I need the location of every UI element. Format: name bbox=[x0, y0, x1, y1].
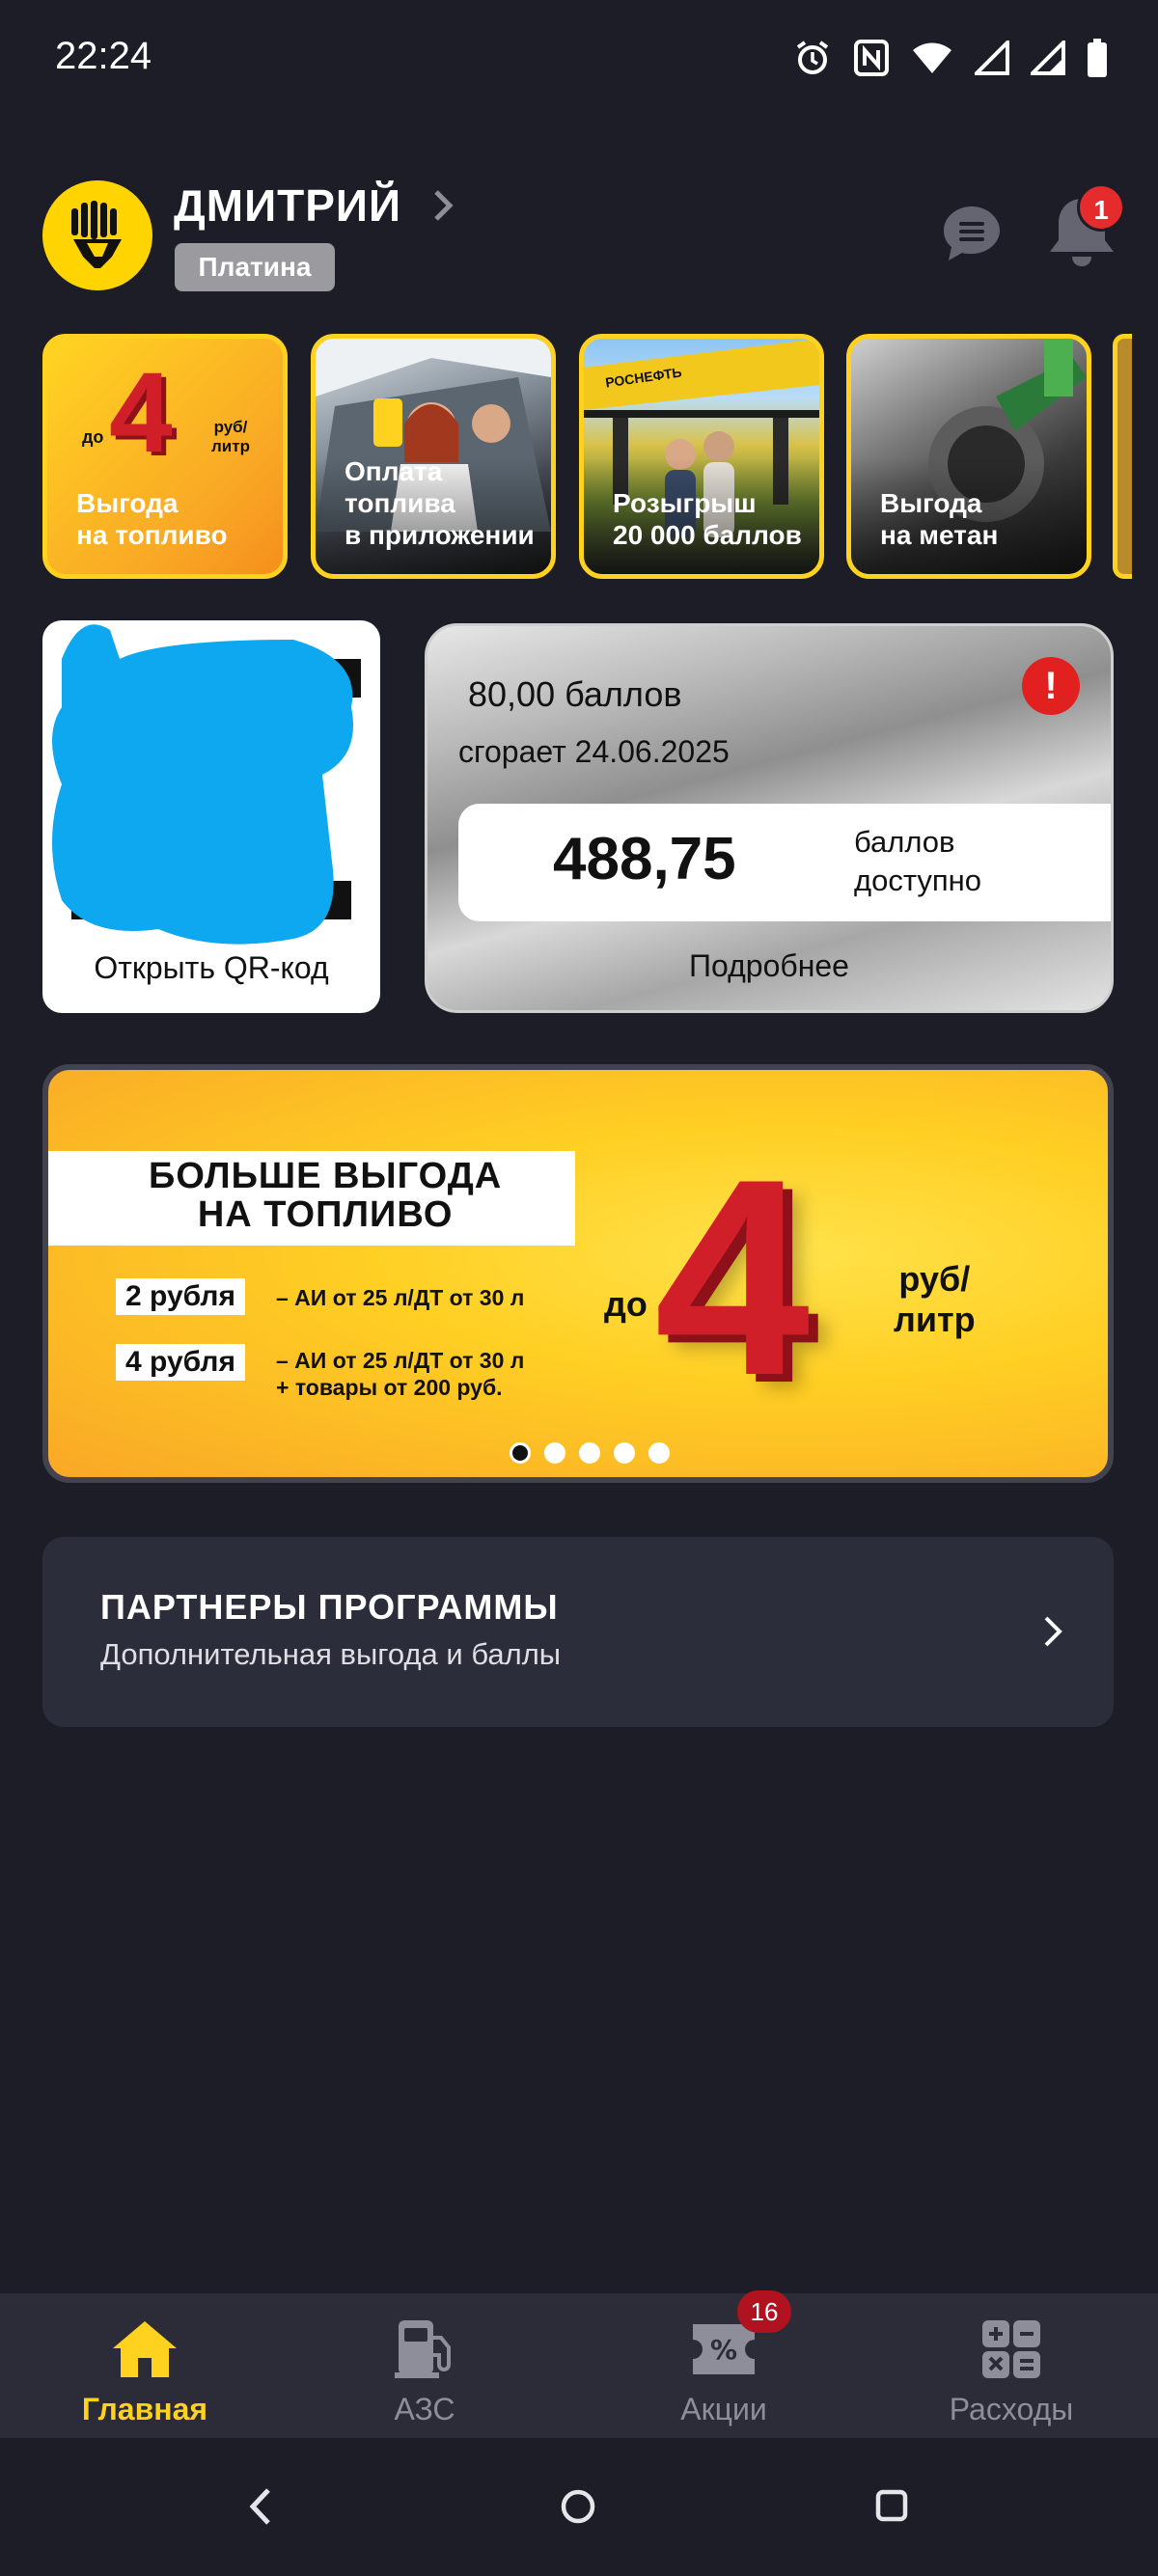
open-qr-label: Открыть QR-код bbox=[94, 950, 329, 985]
promo-tier-condition: – АИ от 25 л/ДТ от 30 л bbox=[276, 1285, 525, 1310]
alert-icon[interactable]: ! bbox=[1022, 657, 1080, 715]
nav-item-home[interactable]: Главная bbox=[48, 2293, 241, 2438]
story-fuel-benefit[interactable]: до 4 руб/ литр Выгода на топливо bbox=[42, 334, 288, 579]
back-icon[interactable] bbox=[245, 2486, 276, 2527]
nav-label: АЗС bbox=[394, 2392, 455, 2426]
qr-code-redacted bbox=[52, 624, 361, 945]
carousel-dot-active[interactable] bbox=[510, 1442, 531, 1464]
nav-label: Акции bbox=[680, 2392, 767, 2426]
promo-tier-condition: – АИ от 25 л/ДТ от 30 л + товары от 200 … bbox=[276, 1348, 525, 1400]
svg-text:%: % bbox=[710, 2334, 737, 2366]
available-points-box: 488,75 баллов доступно bbox=[458, 804, 1111, 921]
available-points: 488,75 bbox=[553, 826, 736, 892]
status-bar: 22:24 bbox=[0, 0, 1158, 116]
nav-item-gas-stations[interactable]: АЗС bbox=[328, 2293, 521, 2438]
nav-label: Главная bbox=[81, 2392, 208, 2426]
expiring-points: 80,00 баллов bbox=[468, 674, 682, 714]
bottom-nav: Главная АЗС % Акции Расходы bbox=[0, 2293, 1158, 2438]
partners-card[interactable]: ПАРТНЕРЫ ПРОГРАММЫ Дополнительная выгода… bbox=[42, 1537, 1114, 1727]
story-label: Оплата топлива в приложении bbox=[345, 456, 535, 550]
brand-logo[interactable] bbox=[42, 180, 152, 290]
recents-icon[interactable] bbox=[874, 2488, 909, 2523]
notification-badge: 1 bbox=[1077, 183, 1125, 232]
signal-icon bbox=[975, 41, 1009, 75]
partners-title: ПАРТНЕРЫ ПРОГРАММЫ bbox=[100, 1587, 559, 1627]
story-raffle[interactable]: РОСНЕФТЬ Розыгрыш 20 000 баллов bbox=[579, 334, 824, 579]
carousel-dot[interactable] bbox=[544, 1442, 565, 1464]
carousel-dot[interactable] bbox=[648, 1442, 670, 1464]
status-time: 22:24 bbox=[55, 35, 152, 77]
nav-label: Расходы bbox=[949, 2392, 1074, 2426]
story-label: Розыгрыш 20 000 баллов bbox=[613, 488, 802, 550]
nav-item-expenses[interactable]: Расходы bbox=[915, 2293, 1108, 2438]
story-badge-unit: руб/ литр bbox=[211, 418, 250, 455]
promo-prefix: до bbox=[604, 1284, 648, 1324]
carousel-dots bbox=[510, 1442, 670, 1464]
system-nav-bar bbox=[0, 2438, 1158, 2576]
details-link[interactable]: Подробнее bbox=[427, 948, 1111, 984]
wifi-icon bbox=[913, 42, 951, 73]
nfc-icon bbox=[854, 40, 889, 76]
alarm-icon bbox=[796, 41, 829, 74]
chat-icon[interactable] bbox=[940, 203, 1004, 266]
signal-icon bbox=[1031, 41, 1065, 75]
promo-unit: руб/ литр bbox=[894, 1259, 976, 1339]
available-label: баллов доступно bbox=[854, 825, 982, 897]
story-badge-prefix: до bbox=[82, 427, 104, 447]
battery-icon bbox=[1088, 39, 1107, 77]
story-label: Выгода на метан bbox=[880, 488, 999, 550]
carousel-dot[interactable] bbox=[579, 1442, 600, 1464]
status-icons bbox=[793, 35, 1108, 81]
rosneft-logo-icon bbox=[71, 201, 122, 268]
tier-badge: Платина bbox=[175, 243, 335, 291]
partners-subtitle: Дополнительная выгода и баллы bbox=[100, 1637, 562, 1671]
chevron-right-icon[interactable] bbox=[430, 186, 457, 225]
story-methane[interactable]: Выгода на метан bbox=[846, 334, 1091, 579]
promo-banner[interactable]: БОЛЬШЕ ВЫГОДА НА ТОПЛИВО 2 рубля – АИ от… bbox=[42, 1064, 1114, 1483]
story-label: Выгода на топливо bbox=[76, 488, 228, 550]
qr-card[interactable]: Открыть QR-код bbox=[42, 620, 380, 1013]
fuel-pump-icon bbox=[391, 2316, 458, 2382]
chevron-right-icon bbox=[1044, 1616, 1062, 1647]
story-badge-number: 4 bbox=[109, 349, 173, 477]
expiring-date: сгорает 24.06.2025 bbox=[458, 734, 730, 769]
home-icon bbox=[111, 2316, 179, 2382]
balance-card[interactable]: 80,00 баллов сгорает 24.06.2025 ! 488,75… bbox=[425, 623, 1114, 1013]
story-app-payment[interactable]: Оплата топлива в приложении bbox=[311, 334, 556, 579]
promo-big-number: 4 bbox=[654, 1121, 811, 1434]
nav-item-promotions[interactable]: % Акции bbox=[627, 2293, 820, 2438]
promotions-badge: 16 bbox=[737, 2290, 791, 2333]
promo-tier-chip: 4 рубля bbox=[116, 1344, 245, 1381]
story-next-peek[interactable] bbox=[1113, 334, 1132, 579]
calculator-icon bbox=[978, 2316, 1045, 2382]
promo-title: БОЛЬШЕ ВЫГОДА НА ТОПЛИВО bbox=[149, 1156, 503, 1235]
user-name[interactable]: ДМИТРИЙ bbox=[174, 179, 401, 232]
home-circle-icon[interactable] bbox=[560, 2488, 596, 2525]
promo-tier-chip: 2 рубля bbox=[116, 1278, 245, 1315]
carousel-dot[interactable] bbox=[614, 1442, 635, 1464]
